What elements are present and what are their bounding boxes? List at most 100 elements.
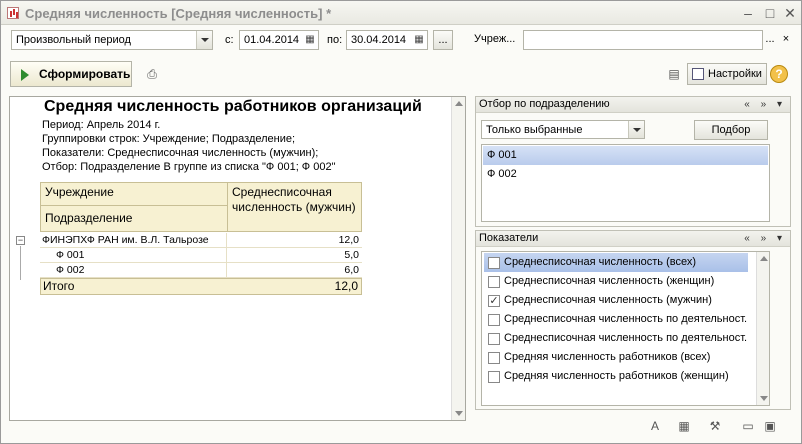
- tools-icon[interactable]: ⚒: [706, 417, 724, 435]
- generate-button[interactable]: Сформировать: [10, 61, 132, 87]
- open-folder-icon[interactable]: ▭: [739, 417, 757, 435]
- date-from-value: 01.04.2014: [244, 34, 300, 46]
- window-title: Средняя численность [Средняя численность…: [25, 6, 332, 21]
- panel-controls-icon[interactable]: « » ▾: [744, 231, 786, 246]
- close-icon[interactable]: ✕: [781, 4, 799, 22]
- period-bar: Произвольный период с: 01.04.2014 ▦ по: …: [1, 27, 801, 53]
- report-title: Средняя численность работников организац…: [44, 98, 422, 115]
- filter-mode-select[interactable]: Только выбранные: [481, 120, 645, 139]
- report-app-icon: [7, 7, 19, 19]
- checkbox[interactable]: [488, 333, 500, 345]
- indicator-label: Среднесписочная численность по деятельно…: [504, 332, 748, 344]
- period-mode-value: Произвольный период: [16, 34, 131, 46]
- filter-panel-title: Отбор по подразделению: [479, 98, 610, 110]
- save-icon[interactable]: ▣: [761, 417, 779, 435]
- indicator-label: Средняя численность работников (женщин): [504, 370, 729, 382]
- report-filter: Отбор: Подразделение В группе из списка …: [42, 161, 336, 173]
- indicator-item[interactable]: Среднесписочная численность (женщин): [484, 272, 748, 291]
- chevron-down-icon[interactable]: [628, 121, 644, 138]
- command-bar: Сформировать ⎙ ▤ Настройки ?: [1, 59, 801, 91]
- layout-icon[interactable]: ▤: [665, 65, 683, 83]
- indicators-scrollbar[interactable]: [756, 252, 769, 405]
- checkbox[interactable]: [488, 276, 500, 288]
- indicator-item[interactable]: Среднесписочная численность по деятельно…: [484, 310, 748, 329]
- checkbox[interactable]: [488, 352, 500, 364]
- scroll-down-icon[interactable]: [760, 396, 768, 401]
- indicator-item[interactable]: Среднесписочная численность (всех): [484, 253, 748, 272]
- chevron-down-icon[interactable]: [196, 31, 212, 49]
- checkbox[interactable]: [488, 371, 500, 383]
- play-icon: [21, 69, 29, 81]
- total-value: 12,0: [334, 279, 358, 293]
- filter-mode-value: Только выбранные: [486, 124, 583, 136]
- report-window: Средняя численность [Средняя численность…: [0, 0, 802, 444]
- total-label: Итого: [43, 279, 75, 293]
- indicator-item[interactable]: Средняя численность работников (всех): [484, 348, 748, 367]
- date-from-field[interactable]: 01.04.2014 ▦: [239, 30, 319, 50]
- scroll-up-icon[interactable]: [760, 256, 768, 261]
- settings-icon: [692, 68, 704, 80]
- institution-field[interactable]: [523, 30, 763, 50]
- pick-button[interactable]: Подбор: [694, 120, 768, 140]
- date-to-value: 30.04.2014: [351, 34, 407, 46]
- institution-label: Учреж...: [474, 33, 516, 45]
- indicators-panel-header: Показатели « » ▾: [476, 231, 790, 247]
- date-to-field[interactable]: 30.04.2014 ▦: [346, 30, 428, 50]
- indicator-item[interactable]: ✓ Среднесписочная численность (мужчин): [484, 291, 748, 310]
- period-mode-select[interactable]: Произвольный период: [11, 30, 213, 50]
- minimize-icon[interactable]: –: [739, 4, 757, 22]
- settings-button[interactable]: Настройки: [687, 63, 767, 85]
- vertical-scrollbar[interactable]: [451, 97, 465, 420]
- indicator-label: Среднесписочная численность (мужчин): [504, 294, 712, 306]
- institution-more-button[interactable]: ...: [763, 30, 777, 50]
- scroll-up-icon[interactable]: [455, 101, 463, 106]
- indicator-item[interactable]: Среднесписочная численность по деятельно…: [484, 329, 748, 348]
- table-row: Ф 002 6,0: [40, 263, 362, 278]
- collapse-icon[interactable]: −: [16, 236, 25, 245]
- list-item[interactable]: Ф 001: [483, 146, 768, 165]
- from-label: с:: [225, 34, 234, 46]
- calendar-icon[interactable]: ▦: [303, 32, 317, 48]
- period-more-button[interactable]: ...: [433, 30, 453, 50]
- row-value: 6,0: [344, 264, 359, 276]
- tree-line: [20, 246, 21, 280]
- table-row: ФИНЭПХФ РАН им. В.Л. Тальрозе 12,0: [40, 233, 362, 248]
- checkbox-checked[interactable]: ✓: [488, 295, 500, 307]
- report-document: Средняя численность работников организац…: [9, 96, 466, 421]
- subdivision-list: Ф 001 Ф 002: [481, 144, 770, 222]
- row-name: ФИНЭПХФ РАН им. В.Л. Тальрозе: [42, 234, 209, 246]
- indicators-panel: Показатели « » ▾ Среднесписочная численн…: [475, 230, 791, 410]
- maximize-icon[interactable]: □: [761, 4, 779, 22]
- indicators-panel-title: Показатели: [479, 232, 539, 244]
- scroll-down-icon[interactable]: [455, 411, 463, 416]
- total-row: Итого 12,0: [40, 278, 362, 295]
- row-name: Ф 002: [56, 264, 85, 276]
- indicator-label: Среднесписочная численность (всех): [504, 256, 697, 268]
- header-institution: Учреждение: [40, 182, 228, 206]
- row-value: 5,0: [344, 249, 359, 261]
- checkbox[interactable]: [488, 257, 500, 269]
- indicators-list: Среднесписочная численность (всех) Средн…: [481, 251, 770, 406]
- header-value: Среднесписочная численность (мужчин): [227, 182, 362, 232]
- table-row: Ф 001 5,0: [40, 248, 362, 263]
- checkbox[interactable]: [488, 314, 500, 326]
- institution-clear-button[interactable]: ×: [779, 30, 793, 50]
- indicator-label: Среднесписочная численность (женщин): [504, 275, 715, 287]
- list-item[interactable]: Ф 002: [483, 165, 768, 184]
- report-grouping: Группировки строк: Учреждение; Подраздел…: [42, 133, 296, 145]
- help-icon[interactable]: ?: [770, 65, 788, 83]
- generate-label: Сформировать: [39, 67, 131, 81]
- indicator-item[interactable]: Средняя численность работников (женщин): [484, 367, 748, 386]
- to-label: по:: [327, 34, 343, 46]
- font-icon[interactable]: A: [646, 417, 664, 435]
- print-icon[interactable]: ⎙: [143, 65, 161, 83]
- grid-icon[interactable]: ▦: [675, 417, 693, 435]
- bottom-toolbar: A ▦ ⚒ ▭ ▣: [641, 415, 791, 437]
- indicator-label: Средняя численность работников (всех): [504, 351, 711, 363]
- report-period: Период: Апрель 2014 г.: [42, 119, 161, 131]
- report-indicators: Показатели: Среднесписочная численность …: [42, 147, 319, 159]
- title-bar: Средняя численность [Средняя численность…: [1, 1, 801, 25]
- panel-controls-icon[interactable]: « » ▾: [744, 97, 786, 112]
- subdivision-filter-panel: Отбор по подразделению « » ▾ Только выбр…: [475, 96, 791, 227]
- calendar-icon[interactable]: ▦: [412, 32, 426, 48]
